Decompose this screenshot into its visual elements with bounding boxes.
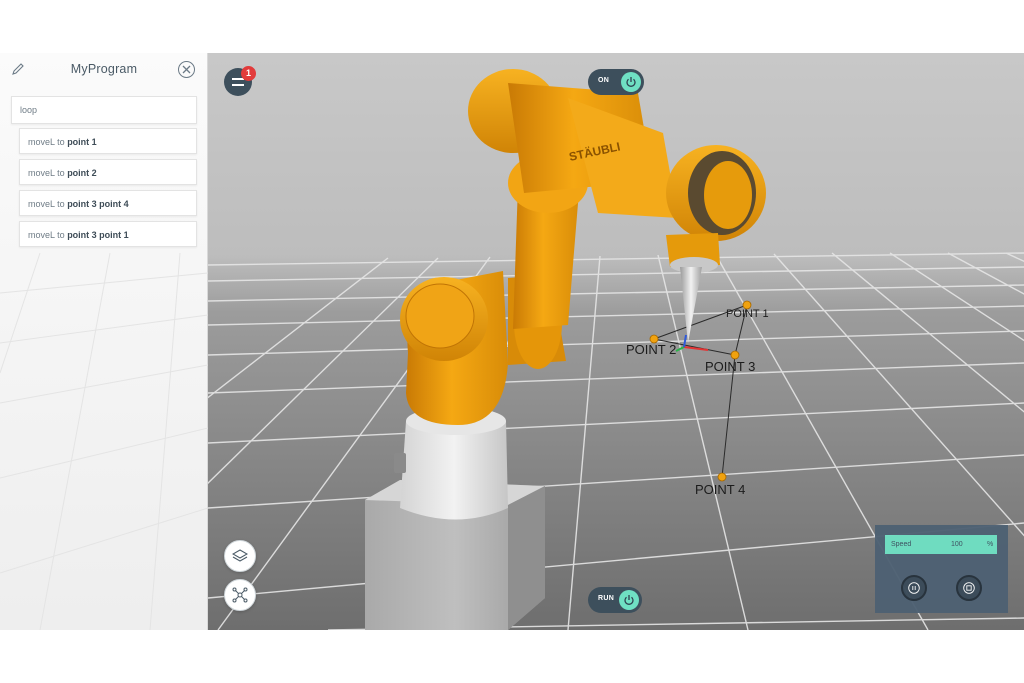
program-header: MyProgram: [0, 53, 208, 85]
point-label: POINT 2: [626, 342, 676, 357]
power-toggle[interactable]: ON: [588, 69, 644, 95]
program-panel: MyProgram loop moveL to point 1 moveL to…: [0, 53, 208, 630]
run-toggle-label: RUN: [598, 595, 615, 602]
point-label: POINT 1: [726, 308, 769, 320]
network-icon: [232, 587, 248, 603]
layers-icon: [232, 549, 248, 562]
speed-unit: %: [987, 541, 994, 548]
command-row[interactable]: moveL to point 3 point 1: [19, 221, 197, 247]
hamburger-icon: [232, 78, 244, 86]
pause-icon: [908, 582, 920, 594]
command-target: point 3 point 4: [67, 199, 129, 209]
point-marker[interactable]: [717, 472, 727, 482]
power-icon: [621, 72, 641, 92]
loop-block[interactable]: loop: [11, 96, 197, 124]
floor-grid-decoration: [0, 253, 208, 630]
pause-button[interactable]: [901, 575, 927, 601]
network-button[interactable]: [224, 579, 256, 611]
speed-label: Speed: [891, 541, 912, 548]
command-verb: moveL to: [28, 199, 68, 209]
command-verb: moveL to: [28, 137, 68, 147]
run-toggle[interactable]: RUN: [588, 587, 642, 613]
layers-button[interactable]: [224, 540, 256, 572]
program-title: MyProgram: [70, 62, 138, 76]
command-row[interactable]: moveL to point 1: [19, 128, 197, 154]
command-target: point 2: [67, 168, 97, 178]
speed-control-panel: Speed 100 %: [875, 525, 1008, 613]
pencil-icon[interactable]: [11, 62, 25, 76]
stop-icon: [963, 582, 975, 594]
point-label: POINT 3: [705, 359, 755, 374]
command-target: point 1: [67, 137, 97, 147]
robot-programming-app: MyProgram loop moveL to point 1 moveL to…: [0, 53, 1024, 630]
stop-button[interactable]: [956, 575, 982, 601]
power-icon: [619, 590, 639, 610]
point-label: POINT 4: [695, 482, 745, 497]
command-verb: moveL to: [28, 168, 68, 178]
3d-viewport[interactable]: STÄUBLI POINT 1 POINT 2 POINT 3 POINT 4: [208, 53, 1024, 630]
power-toggle-label: ON: [598, 77, 610, 84]
speed-slider[interactable]: Speed 100 %: [885, 535, 997, 554]
loop-label: loop: [20, 105, 38, 115]
command-target: point 3 point 1: [67, 230, 129, 240]
command-verb: moveL to: [28, 230, 68, 240]
point-marker[interactable]: [730, 350, 740, 360]
speed-value: 100: [951, 541, 963, 548]
command-row[interactable]: moveL to point 3 point 4: [19, 190, 197, 216]
command-row[interactable]: moveL to point 2: [19, 159, 197, 185]
close-circle-icon[interactable]: [178, 61, 195, 78]
notification-badge: 1: [241, 66, 256, 81]
